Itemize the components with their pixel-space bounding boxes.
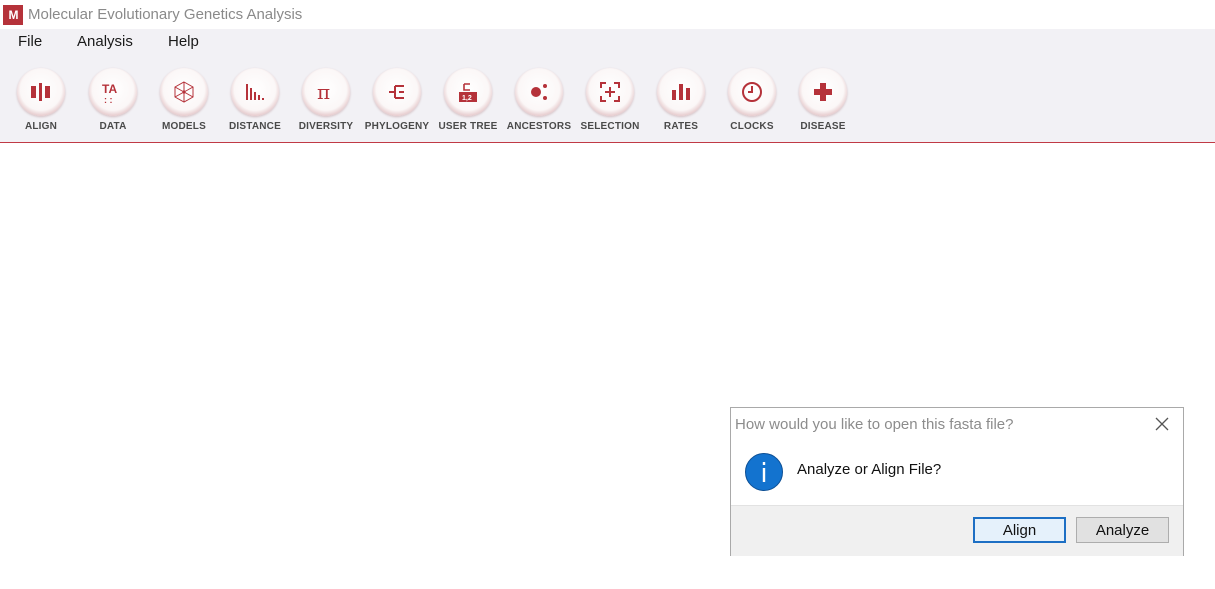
svg-text:1,2: 1,2 — [462, 95, 472, 102]
toolbar-button-data[interactable]: TA: : DATA — [77, 68, 149, 132]
info-icon — [745, 453, 783, 491]
dialog-footer: Align Analyze — [731, 505, 1183, 556]
toolbar-button-selection[interactable]: SELECTION — [574, 68, 646, 132]
user-tree-icon: 1,2 — [444, 68, 492, 116]
toolbar-label: RATES — [663, 121, 699, 132]
toolbar-label: DIVERSITY — [298, 121, 354, 132]
toolbar-button-clocks[interactable]: CLOCKS — [716, 68, 788, 132]
selection-icon — [586, 68, 634, 116]
app-logo-letter: M — [8, 7, 19, 22]
toolbar-label: SELECTION — [580, 121, 640, 132]
phylogeny-icon — [373, 68, 421, 116]
toolbar-label: DATA — [99, 121, 127, 132]
close-icon[interactable] — [1153, 415, 1171, 433]
toolbar-label: ANCESTORS — [506, 121, 572, 132]
toolbar-button-diversity[interactable]: π DIVERSITY — [290, 68, 362, 132]
dialog-title: How would you like to open this fasta fi… — [735, 416, 1014, 433]
toolbar: ALIGN TA: : DATA MODELS DISTANCE π DIVER… — [0, 55, 1215, 143]
distance-icon — [231, 68, 279, 116]
menu-file[interactable]: File — [18, 33, 42, 50]
ancestors-icon — [515, 68, 563, 116]
align-icon — [17, 68, 65, 116]
analyze-button[interactable]: Analyze — [1076, 517, 1169, 543]
toolbar-button-ancestors[interactable]: ANCESTORS — [503, 68, 575, 132]
models-icon — [160, 68, 208, 116]
toolbar-label: MODELS — [162, 121, 206, 132]
toolbar-button-distance[interactable]: DISTANCE — [219, 68, 291, 132]
toolbar-button-rates[interactable]: RATES — [645, 68, 717, 132]
toolbar-button-align[interactable]: ALIGN — [5, 68, 77, 132]
data-icon: TA: : — [89, 68, 137, 116]
window-title: Molecular Evolutionary Genetics Analysis — [28, 6, 303, 23]
diversity-icon: π — [302, 68, 350, 116]
toolbar-label: CLOCKS — [730, 121, 774, 132]
toolbar-label: DISEASE — [800, 121, 846, 132]
clocks-icon — [728, 68, 776, 116]
svg-text:: :: : : — [104, 95, 113, 104]
app-logo: M — [3, 4, 23, 25]
toolbar-label: PHYLOGENY — [364, 121, 430, 132]
align-button[interactable]: Align — [973, 517, 1066, 543]
toolbar-button-phylogeny[interactable]: PHYLOGENY — [361, 68, 433, 132]
toolbar-label: ALIGN — [24, 121, 58, 132]
open-fasta-dialog: How would you like to open this fasta fi… — [730, 407, 1184, 556]
menu-analysis[interactable]: Analysis — [77, 33, 133, 50]
title-bar: M Molecular Evolutionary Genetics Analys… — [0, 0, 1215, 29]
svg-text:π: π — [317, 80, 330, 104]
toolbar-label: USER TREE — [438, 121, 498, 132]
rates-icon — [657, 68, 705, 116]
toolbar-button-disease[interactable]: DISEASE — [787, 68, 859, 132]
toolbar-button-models[interactable]: MODELS — [148, 68, 220, 132]
menu-help[interactable]: Help — [168, 33, 199, 50]
toolbar-button-user-tree[interactable]: 1,2 USER TREE — [432, 68, 504, 132]
toolbar-label: DISTANCE — [229, 121, 281, 132]
dialog-message: Analyze or Align File? — [797, 461, 942, 478]
disease-icon — [799, 68, 847, 116]
menu-bar: File Analysis Help — [0, 29, 1215, 55]
svg-text:TA: TA — [102, 82, 117, 96]
